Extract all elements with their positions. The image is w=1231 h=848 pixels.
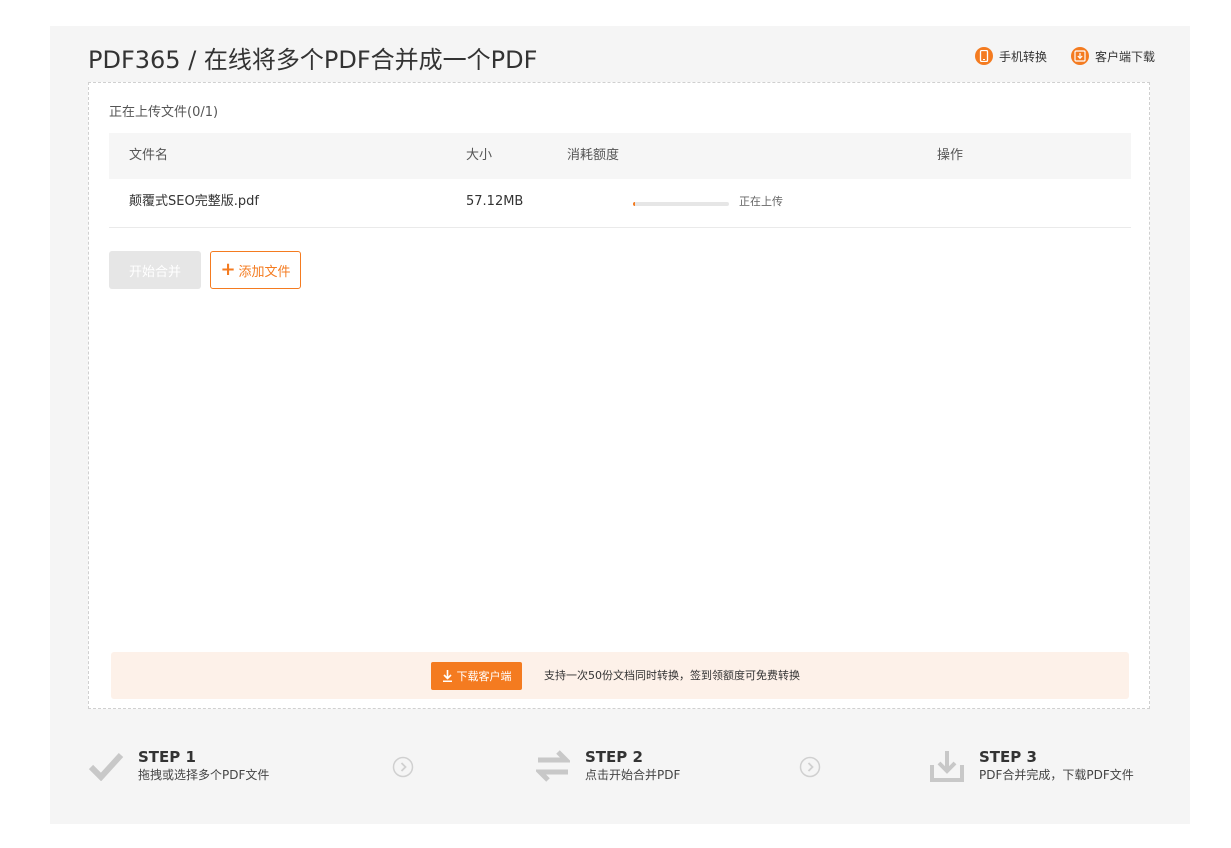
table-row: 颠覆式SEO完整版.pdf 57.12MB 正在上传	[109, 179, 1131, 228]
file-name: 颠覆式SEO完整版.pdf	[129, 194, 259, 209]
add-file-button[interactable]: + 添加文件	[210, 251, 301, 289]
step-2: STEP 2 点击开始合并PDF	[533, 746, 680, 786]
mobile-convert-link[interactable]: 手机转换	[975, 47, 1047, 65]
step-3-desc: PDF合并完成，下载PDF文件	[979, 768, 1134, 782]
mobile-convert-label: 手机转换	[999, 49, 1048, 64]
download-client-label: 下载客户端	[456, 670, 512, 683]
client-download-label: 客户端下载	[1095, 49, 1156, 64]
step-2-title: STEP 2	[585, 748, 643, 766]
exchange-arrows-icon	[533, 746, 573, 786]
upload-progress-bar	[633, 202, 729, 206]
column-size: 大小	[466, 148, 493, 163]
chevron-right-circle-icon	[392, 756, 414, 778]
file-table-header: 文件名 大小 消耗额度 操作	[109, 133, 1131, 179]
download-icon	[1071, 47, 1089, 65]
column-quota: 消耗额度	[567, 148, 620, 163]
plus-icon: +	[220, 259, 236, 280]
download-arrow-icon	[442, 670, 453, 682]
download-client-button[interactable]: 下载客户端	[431, 662, 522, 690]
step-1-title: STEP 1	[138, 748, 196, 766]
start-merge-button[interactable]: 开始合并	[109, 251, 201, 289]
mobile-phone-icon	[975, 47, 993, 65]
client-download-link[interactable]: 客户端下载	[1071, 47, 1155, 65]
step-1: STEP 1 拖拽或选择多个PDF文件	[86, 746, 269, 786]
main-panel: PDF365 / 在线将多个PDF合并成一个PDF 手机转换 客户端下载 正在上…	[50, 26, 1190, 824]
column-filename: 文件名	[129, 148, 169, 163]
chevron-right-circle-icon	[799, 756, 821, 778]
column-actions: 操作	[937, 148, 964, 163]
promo-text: 支持一次50份文档同时转换，签到领额度可免费转换	[544, 669, 800, 682]
tray-download-icon	[927, 746, 967, 786]
step-3: STEP 3 PDF合并完成，下载PDF文件	[927, 746, 1134, 786]
checkmark-icon	[86, 746, 126, 786]
promo-banner: 下载客户端 支持一次50份文档同时转换，签到领额度可免费转换	[111, 652, 1129, 699]
step-2-desc: 点击开始合并PDF	[585, 768, 681, 782]
step-1-desc: 拖拽或选择多个PDF文件	[138, 768, 270, 782]
upload-area[interactable]: 正在上传文件(0/1) 文件名 大小 消耗额度 操作 颠覆式SEO完整版.pdf…	[88, 82, 1150, 709]
file-size: 57.12MB	[466, 194, 524, 209]
step-3-title: STEP 3	[979, 748, 1037, 766]
page-title: PDF365 / 在线将多个PDF合并成一个PDF	[88, 46, 538, 74]
upload-status: 正在上传文件(0/1)	[109, 105, 219, 120]
upload-status-text: 正在上传	[739, 195, 783, 208]
add-file-label: 添加文件	[238, 264, 291, 280]
